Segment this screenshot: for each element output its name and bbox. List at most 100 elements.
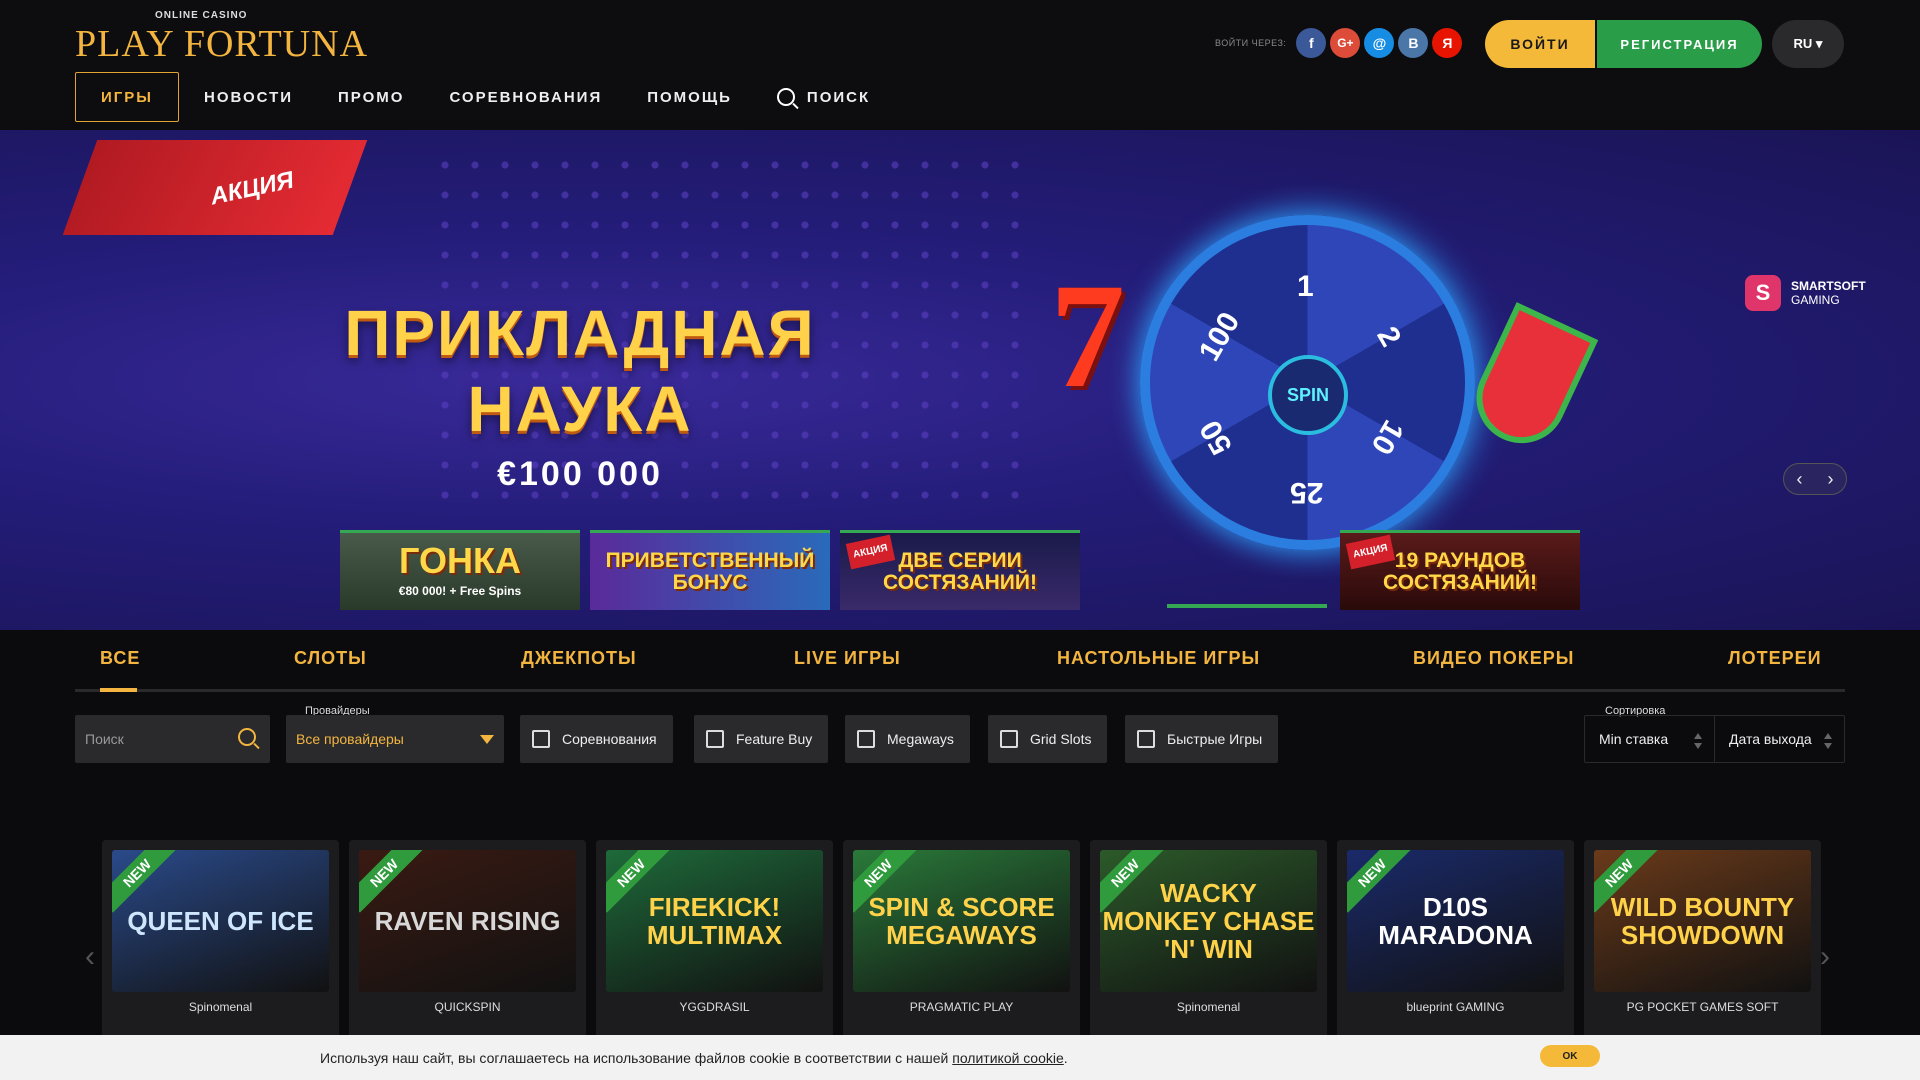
game-thumbnail[interactable]: SPIN & SCORE MEGAWAYS NEW [853,850,1070,992]
game-filters: Провайдеры Все провайдеры Соревнования F… [75,705,1845,765]
search-icon [776,88,795,106]
filter-label: Megaways [887,731,954,747]
sort-option-label: Дата выхода [1729,731,1812,747]
chevron-right-icon[interactable]: › [1815,464,1846,494]
nav-item-help[interactable]: ПОМОЩЬ [647,72,732,122]
filter-label: Быстрые Игры [1167,731,1263,747]
seven-icon: 7 [1050,253,1125,419]
cookie-text: Используя наш сайт, вы соглашаетесь на и… [320,1050,1068,1066]
logo[interactable]: ONLINE CASINO PLAY FORTUNA [75,8,367,65]
logo-text: PLAY FORTUNA [75,23,369,65]
nav-item-games[interactable]: ИГРЫ [75,72,179,122]
search-icon[interactable] [238,728,256,746]
banner-title-line2: НАУКА [467,373,693,445]
register-button[interactable]: РЕГИСТРАЦИЯ [1597,20,1762,68]
providers-select[interactable]: Все провайдеры [286,715,504,763]
checkbox[interactable] [1137,730,1155,748]
nav-item-news[interactable]: НОВОСТИ [204,72,293,122]
banner-thumbnails: ГОНКА €80 000! + Free Spins ПРИВЕТСТВЕНН… [340,530,1090,610]
game-card[interactable]: D10S MARADONA NEW blueprint GAMING [1337,840,1574,1040]
checkbox[interactable] [1000,730,1018,748]
sort-release-date[interactable]: Дата выхода [1714,716,1844,762]
chevron-right-icon[interactable]: › [1820,940,1830,974]
nav-item-promo[interactable]: ПРОМО [338,72,404,122]
cookie-notice: Используя наш сайт, вы соглашаетесь на и… [0,1035,1920,1080]
tab-jackpots[interactable]: ДЖЕКПОТЫ [521,648,637,669]
smartsoft-gaming-logo: S SMARTSOFT GAMING [1745,275,1866,311]
game-provider: blueprint GAMING [1406,1000,1505,1014]
game-card[interactable]: SPIN & SCORE MEGAWAYS NEW PRAGMATIC PLAY [843,840,1080,1040]
game-title: WILD BOUNTY SHOWDOWN [1610,892,1795,950]
filter-feature-buy[interactable]: Feature Buy [694,715,829,763]
sort-arrows-icon [1694,733,1702,749]
nav-search-label: ПОИСК [806,88,871,106]
smartsoft-icon: S [1745,275,1781,311]
banner-thumb-race[interactable]: ГОНКА €80 000! + Free Spins [340,530,580,610]
banner-thumb-two-series[interactable]: АКЦИЯ ДВЕ СЕРИИ СОСТЯЗАНИЙ! [840,530,1080,610]
game-category-tabs: ВСЕ СЛОТЫ ДЖЕКПОТЫ LIVE ИГРЫ НАСТОЛЬНЫЕ … [75,630,1845,692]
game-card[interactable]: WILD BOUNTY SHOWDOWN NEW PG POCKET GAMES S… [1584,840,1821,1040]
banner-slider-arrows: ‹ › [1783,463,1847,495]
game-search [75,715,270,763]
tab-table-games[interactable]: НАСТОЛЬНЫЕ ИГРЫ [1057,648,1260,669]
new-badge: NEW [359,850,424,913]
yandex-icon[interactable]: Я [1432,28,1463,58]
google-plus-icon[interactable]: G+ [1330,28,1361,58]
tab-all[interactable]: ВСЕ [100,648,140,669]
providers-select-value: Все провайдеры [296,731,404,747]
chevron-left-icon[interactable]: ‹ [85,940,95,974]
new-badge: NEW [112,850,177,913]
nav-item-tournaments[interactable]: СОРЕВНОВАНИЯ [449,72,602,122]
checkbox[interactable] [706,730,724,748]
game-card[interactable]: QUEEN OF ICE NEW Spinomenal [102,840,339,1040]
vk-icon[interactable]: В [1398,28,1429,58]
banner-thumb-19-rounds[interactable]: АКЦИЯ 19 РАУНДОВ СОСТЯЗАНИЙ! [1340,530,1580,610]
games-grid: QUEEN OF ICE NEW Spinomenal RAVEN RISING NEW… [102,840,1822,1040]
nav-search[interactable]: ПОИСК [776,72,871,122]
login-button[interactable]: ВОЙТИ [1485,20,1595,68]
game-card[interactable]: WACKY MONKEY CHASE 'N' WIN NEW Spinomenal [1090,840,1327,1040]
main-nav: ИГРЫ НОВОСТИ ПРОМО СОРЕВНОВАНИЯ ПОМОЩЬ П… [75,72,915,122]
tab-lotteries[interactable]: ЛОТЕРЕИ [1728,648,1822,669]
promo-banner[interactable]: АКЦИЯ ПРИКЛАДНАЯ НАУКА €100 000 7 1 2 10… [0,130,1920,630]
game-thumbnail[interactable]: RAVEN RISING NEW [359,850,576,992]
game-title: D10S MARADONA [1378,892,1533,950]
checkbox[interactable] [532,730,550,748]
sort-min-bet[interactable]: Min ставка [1585,716,1714,762]
game-provider: Spinomenal [188,1000,253,1014]
game-search-input[interactable] [85,715,235,763]
chevron-left-icon[interactable]: ‹ [1784,464,1815,494]
game-provider: YGGDRASIL [679,1000,750,1014]
filter-fast-games[interactable]: Быстрые Игры [1125,715,1279,763]
game-thumbnail[interactable]: FIREKICK! MULTIMAX NEW [606,850,823,992]
game-provider: PG POCKET GAMES SOFT [1626,1000,1779,1014]
filter-megaways[interactable]: Megaways [845,715,970,763]
active-tab-indicator [100,688,137,692]
game-card[interactable]: RAVEN RISING NEW QUICKSPIN [349,840,586,1040]
game-thumbnail[interactable]: WILD BOUNTY SHOWDOWN NEW [1594,850,1811,992]
facebook-icon[interactable]: f [1296,28,1327,58]
checkbox[interactable] [857,730,875,748]
cookie-policy-link[interactable]: политикой cookie [952,1050,1064,1066]
filter-grid-slots[interactable]: Grid Slots [988,715,1108,763]
sort-arrows-icon [1824,733,1832,749]
tab-live-games[interactable]: LIVE ИГРЫ [794,648,901,669]
game-thumbnail[interactable]: QUEEN OF ICE NEW [112,850,329,992]
caret-down-icon [480,735,494,744]
game-thumbnail[interactable]: D10S MARADONA NEW [1347,850,1564,992]
game-title: QUEEN OF ICE [127,906,314,936]
filter-tournaments[interactable]: Соревнования [520,715,673,763]
banner-thumb-welcome-bonus[interactable]: ПРИВЕТСТВЕННЫЙ БОНУС [590,530,830,610]
cookie-ok-button[interactable]: OK [1540,1045,1600,1067]
wheel-segment: 25 [1290,476,1324,509]
game-thumbnail[interactable]: WACKY MONKEY CHASE 'N' WIN NEW [1100,850,1317,992]
mailru-icon[interactable]: @ [1364,28,1395,58]
language-select[interactable]: RU ▾ [1772,20,1844,68]
game-title: WACKY MONKEY CHASE 'N' WIN [1102,878,1315,964]
game-provider: PRAGMATIC PLAY [909,1000,1014,1014]
tab-slots[interactable]: СЛОТЫ [294,648,367,669]
game-provider: Spinomenal [1176,1000,1241,1014]
game-card[interactable]: FIREKICK! MULTIMAX NEW YGGDRASIL [596,840,833,1040]
wheel-spin-center: SPIN [1268,355,1348,435]
tab-video-poker[interactable]: ВИДЕО ПОКЕРЫ [1413,648,1574,669]
